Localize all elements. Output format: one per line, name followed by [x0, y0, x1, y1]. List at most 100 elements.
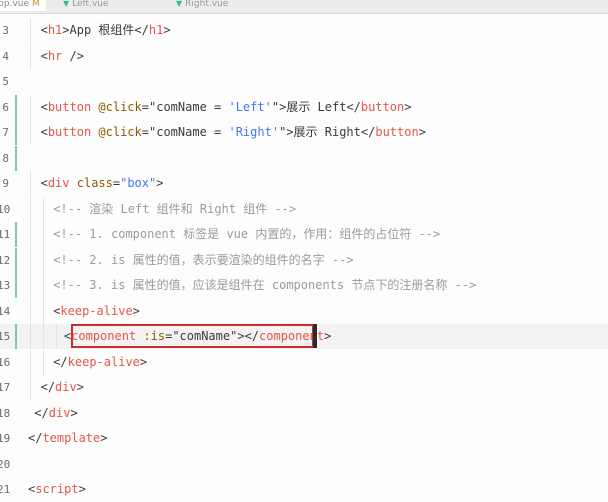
line-content: <!-- 2. is 属性的值，表示要渲染的组件的名字 --> — [53, 248, 353, 273]
indent-guide — [30, 18, 31, 43]
code-line[interactable]: 16 </keep-alive> — [0, 349, 608, 375]
code-token: @click — [91, 125, 142, 139]
indent-guide — [30, 324, 31, 349]
code-token: script — [35, 482, 79, 496]
code-token: template — [42, 431, 101, 445]
code-token: class — [69, 176, 113, 190]
vue-file-icon: ▼ — [176, 0, 183, 8]
editor-tab-bar: App.vueM ▼Left.vue ▼Right.vue — [0, 0, 608, 14]
code-token: div — [48, 405, 71, 420]
indent-guide — [30, 120, 31, 145]
code-token: </ — [53, 354, 68, 369]
code-token: > — [324, 329, 332, 343]
line-number: 8 — [2, 151, 9, 165]
code-line[interactable]: 18 </div> — [0, 401, 608, 426]
code-token: div — [47, 176, 70, 190]
line-content: </template> — [28, 426, 107, 451]
code-token: keep-alive — [67, 354, 140, 369]
code-token: </ — [28, 431, 43, 445]
code-line[interactable]: 21 <script> — [0, 477, 608, 502]
indent-guide — [30, 94, 31, 120]
line-number: 20 — [0, 457, 11, 471]
git-change-marker — [15, 120, 17, 145]
code-line[interactable]: 9 <div class="box"> — [0, 171, 608, 196]
line-number: 15 — [0, 330, 11, 343]
code-line[interactable]: 10 <!-- 渲染 Left 组件和 Right 组件 --> — [0, 196, 608, 222]
code-token: div — [55, 380, 77, 394]
line-number: 11 — [0, 228, 11, 241]
code-token: button — [375, 125, 419, 139]
indent-guide — [30, 171, 31, 196]
tab-label: Left.vue — [72, 0, 109, 9]
annotation-highlight-box — [71, 324, 314, 348]
line-number: 10 — [0, 202, 11, 216]
code-token: > — [76, 380, 84, 394]
line-content: <button @click="comName = 'Right'">展示 Ri… — [41, 120, 426, 145]
code-line[interactable]: 6 <button @click="comName = 'Left'">展示 Le… — [0, 94, 608, 120]
code-token: > — [78, 482, 86, 496]
line-number: 17 — [0, 381, 11, 394]
indent-guide — [43, 298, 44, 324]
indent-guide — [30, 247, 31, 273]
line-content: </div> — [34, 401, 77, 426]
code-token: < — [40, 99, 48, 114]
line-number: 7 — [2, 126, 9, 139]
indent-guide — [43, 247, 44, 273]
code-token: > — [139, 354, 148, 369]
tab-left-vue[interactable]: ▼ Left.vue — [63, 0, 109, 11]
code-token: </ — [40, 380, 56, 394]
code-token: button — [47, 125, 92, 139]
code-token: = — [141, 99, 149, 114]
line-number: 6 — [2, 100, 9, 114]
indent-guide — [30, 375, 31, 400]
code-token: "comName = — [149, 125, 229, 139]
code-token: /> — [62, 48, 84, 63]
line-number: 9 — [2, 177, 9, 190]
code-line[interactable]: 7 <button @click="comName = 'Right'">展示 R… — [0, 120, 608, 145]
code-token: h1 — [148, 23, 164, 37]
line-content: </keep-alive> — [53, 350, 147, 375]
line-number: 13 — [0, 279, 11, 292]
code-token: > — [418, 125, 426, 139]
indent-guide — [43, 324, 44, 349]
line-number: 14 — [0, 304, 11, 318]
code-token: 展示 Left — [286, 99, 347, 114]
code-token: button — [47, 99, 92, 114]
code-line[interactable]: 12 <!-- 2. is 属性的值，表示要渲染的组件的名字 --> — [0, 247, 608, 273]
code-line[interactable]: 8 — [0, 145, 608, 171]
indent-guide — [30, 196, 31, 222]
code-line[interactable]: 19 </template> — [0, 426, 608, 451]
line-number: 21 — [0, 483, 11, 496]
tab-label: Right.vue — [185, 0, 229, 9]
tab-right-vue[interactable]: ▼ Right.vue — [176, 0, 228, 11]
code-line[interactable]: 3 <h1>App 根组件</h1> — [0, 18, 608, 43]
code-line[interactable]: 13 <!-- 3. is 属性的值，应该是组件在 components 节点下的… — [0, 273, 608, 298]
code-token: " — [271, 99, 280, 114]
code-token: <!-- 2. is 属性的值，表示要渲染的组件的名字 --> — [53, 252, 354, 267]
tab-app-vue[interactable]: App.vueM — [0, 0, 46, 11]
git-change-marker — [15, 324, 17, 349]
indent-guide — [30, 298, 31, 324]
code-editor[interactable]: 3 <h1>App 根组件</h1> 4 <hr /> 5 6 <button @click… — [0, 14, 608, 496]
code-line[interactable]: 4 <hr /> — [0, 43, 608, 69]
modified-badge: M — [32, 0, 40, 9]
line-number: 16 — [0, 355, 11, 369]
code-token: > — [286, 125, 294, 139]
code-token: <!-- 3. is 属性的值，应该是组件在 components 节点下的注册… — [53, 278, 477, 292]
git-change-marker — [15, 273, 17, 298]
code-token: </ — [134, 23, 149, 37]
code-token: > — [70, 405, 78, 420]
code-line[interactable]: 14 <keep-alive> — [0, 298, 608, 324]
code-line[interactable]: 17 </div> — [0, 375, 608, 400]
code-line[interactable]: 5 — [0, 69, 608, 94]
line-number: 18 — [0, 406, 11, 420]
git-change-marker — [15, 145, 17, 171]
code-token: button — [360, 99, 405, 114]
code-token: < — [40, 176, 48, 190]
code-token: < — [40, 23, 48, 37]
code-line[interactable]: 20 — [0, 452, 608, 477]
code-line[interactable]: 11 <!-- 1. component 标签是 vue 内置的，作用：组件的占位… — [0, 222, 608, 247]
vue-file-icon: ▼ — [63, 0, 70, 8]
indent-guide — [30, 349, 31, 375]
code-token: < — [40, 125, 48, 139]
